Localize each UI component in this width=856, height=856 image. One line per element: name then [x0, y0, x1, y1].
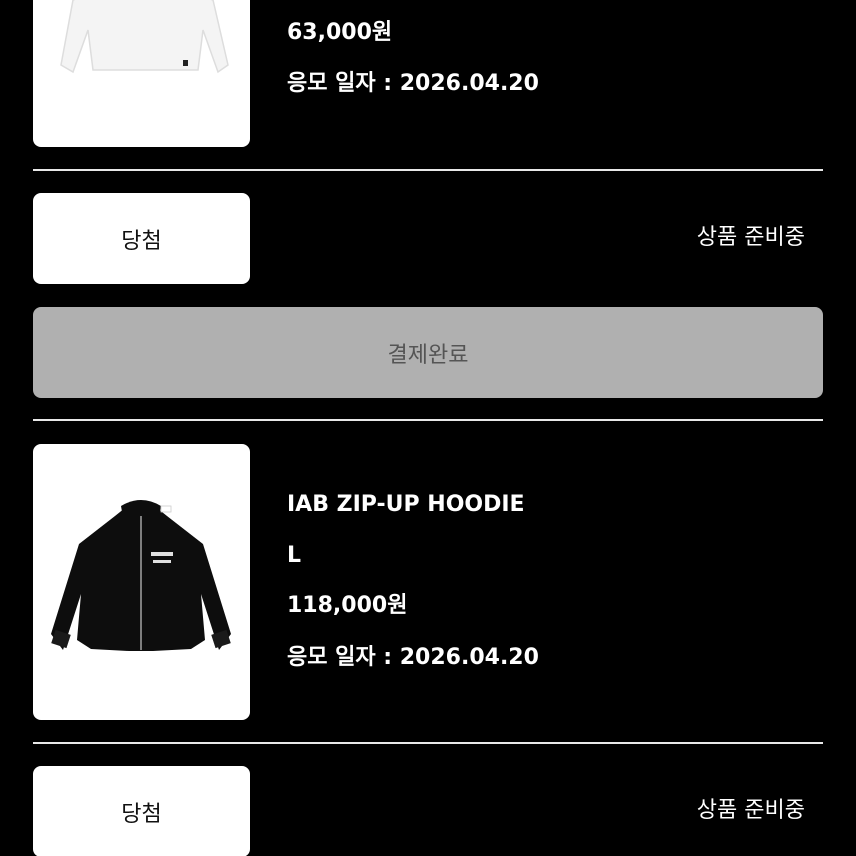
item-1-price: 63,000원 — [287, 20, 393, 45]
black-zip-up-hoodie-icon — [51, 500, 231, 651]
divider — [33, 742, 823, 744]
product-image-white-hoodie[interactable] — [33, 0, 250, 147]
item-2-price: 118,000원 — [287, 593, 408, 618]
divider — [33, 419, 823, 421]
item-1-result-badge: 당첨 — [33, 193, 250, 284]
white-hoodie-icon — [60, 0, 229, 74]
item-1-status: 상품 준비중 — [696, 225, 805, 250]
payment-complete-button[interactable]: 결제완료 — [33, 307, 823, 398]
item-2-status: 상품 준비중 — [696, 798, 805, 823]
divider — [33, 169, 823, 171]
item-2-name[interactable]: IAB ZIP-UP HOODIE — [287, 494, 525, 516]
item-1-entry-date: 응모 일자 : 2026.04.20 — [287, 71, 539, 96]
item-2-size: L — [287, 543, 302, 568]
product-image-black-zip-up-hoodie[interactable] — [33, 444, 250, 720]
entry-history-page: 63,000원 응모 일자 : 2026.04.20 당첨 상품 준비중 결제완… — [0, 0, 856, 856]
item-2-entry-date: 응모 일자 : 2026.04.20 — [287, 645, 539, 670]
item-2-result-badge: 당첨 — [33, 766, 250, 856]
